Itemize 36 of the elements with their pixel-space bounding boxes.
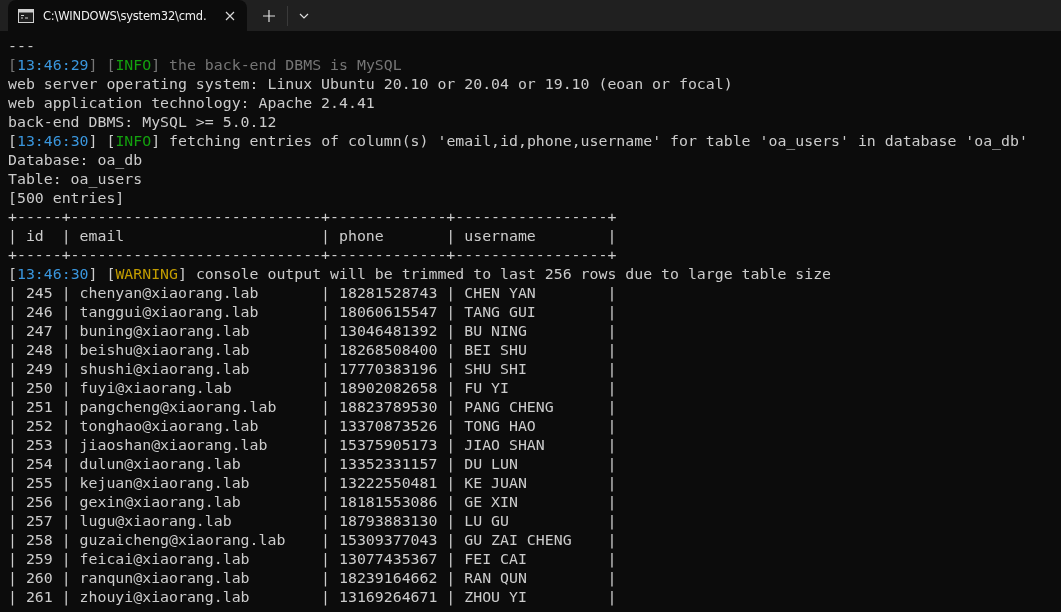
table-row: | 247 | buning@xiaorang.lab | 13046481392 | BU NING | (8, 322, 617, 342)
new-tab-icon[interactable] (263, 9, 275, 22)
table-row: | 259 | feicai@xiaorang.lab | 13077435367 | FEI CAI | (8, 550, 617, 570)
table-row: | 250 | fuyi@xiaorang.lab | 18902082658 | FU YI | (8, 379, 617, 399)
terminal-line: Table: oa_users (8, 170, 143, 190)
table-row: | 257 | lugu@xiaorang.lab | 18793883130 | LU GU | (8, 512, 617, 532)
terminal-line: back-end DBMS: MySQL >= 5.0.12 (8, 113, 277, 133)
table-row: | 251 | pangcheng@xiaorang.lab | 18823789530 | PANG CHENG | (8, 398, 617, 418)
table-row: | 252 | tonghao@xiaorang.lab | 13370873526 | TONG HAO | (8, 417, 617, 437)
terminal-line: --- (8, 37, 35, 57)
table-row: | 255 | kejuan@xiaorang.lab | 13222550481 | KE JUAN | (8, 474, 617, 494)
table-row: | 254 | dulun@xiaorang.lab | 13352331157 | DU LUN | (8, 455, 617, 475)
table-row: | 253 | jiaoshan@xiaorang.lab | 15375905173 | JIAO SHAN | (8, 436, 617, 456)
terminal-tab[interactable]: C:\WINDOWS\system32\cmd. (8, 0, 247, 31)
table-row: | 249 | shushi@xiaorang.lab | 17770383196 | SHU SHI | (8, 360, 617, 380)
tab-title: C:\WINDOWS\system32\cmd. (43, 8, 208, 23)
terminal-line: [500 entries] (8, 189, 125, 209)
close-icon[interactable] (225, 10, 235, 21)
table-row: | 256 | gexin@xiaorang.lab | 18181553086 | GE XIN | (8, 493, 617, 513)
table-border: +-----+----------------------------+-------------+-----------------+ (8, 246, 617, 266)
table-row: | 258 | guzaicheng@xiaorang.lab | 15309377043 | GU ZAI CHENG | (8, 531, 617, 551)
log-line: [13:46:30] [WARNING] console output will be trimmed to last 256 rows due to large table size (8, 265, 832, 285)
console-icon (18, 8, 34, 23)
table-row: | 260 | ranqun@xiaorang.lab | 18239164662 | RAN QUN | (8, 569, 617, 589)
table-row: | 245 | chenyan@xiaorang.lab | 18281528743 | CHEN YAN | (8, 284, 617, 304)
terminal-line: web application technology: Apache 2.4.41 (8, 94, 375, 114)
log-line: [13:46:29] [INFO] the back-end DBMS is MySQL (8, 56, 402, 76)
terminal-line: web server operating system: Linux Ubuntu 20.10 or 20.04 or 19.10 (eoan or focal) (8, 75, 733, 95)
table-row: | 261 | zhouyi@xiaorang.lab | 13169264671 | ZHOU YI | (8, 588, 617, 608)
table-border: +-----+----------------------------+-------------+-----------------+ (8, 208, 617, 228)
terminal-line: Database: oa_db (8, 151, 143, 171)
table-row: | 248 | beishu@xiaorang.lab | 18268508400 | BEI SHU | (8, 341, 617, 361)
dropdown-caret-icon[interactable] (299, 12, 309, 19)
table-row: | 246 | tanggui@xiaorang.lab | 18060615547 | TANG GUI | (8, 303, 617, 323)
table-header: | id | email | phone | username | (8, 227, 617, 247)
log-line: [13:46:30] [INFO] fetching entries of column(s) 'email,id,phone,username' for table 'oa_users' in database 'oa_db' (8, 132, 1028, 152)
